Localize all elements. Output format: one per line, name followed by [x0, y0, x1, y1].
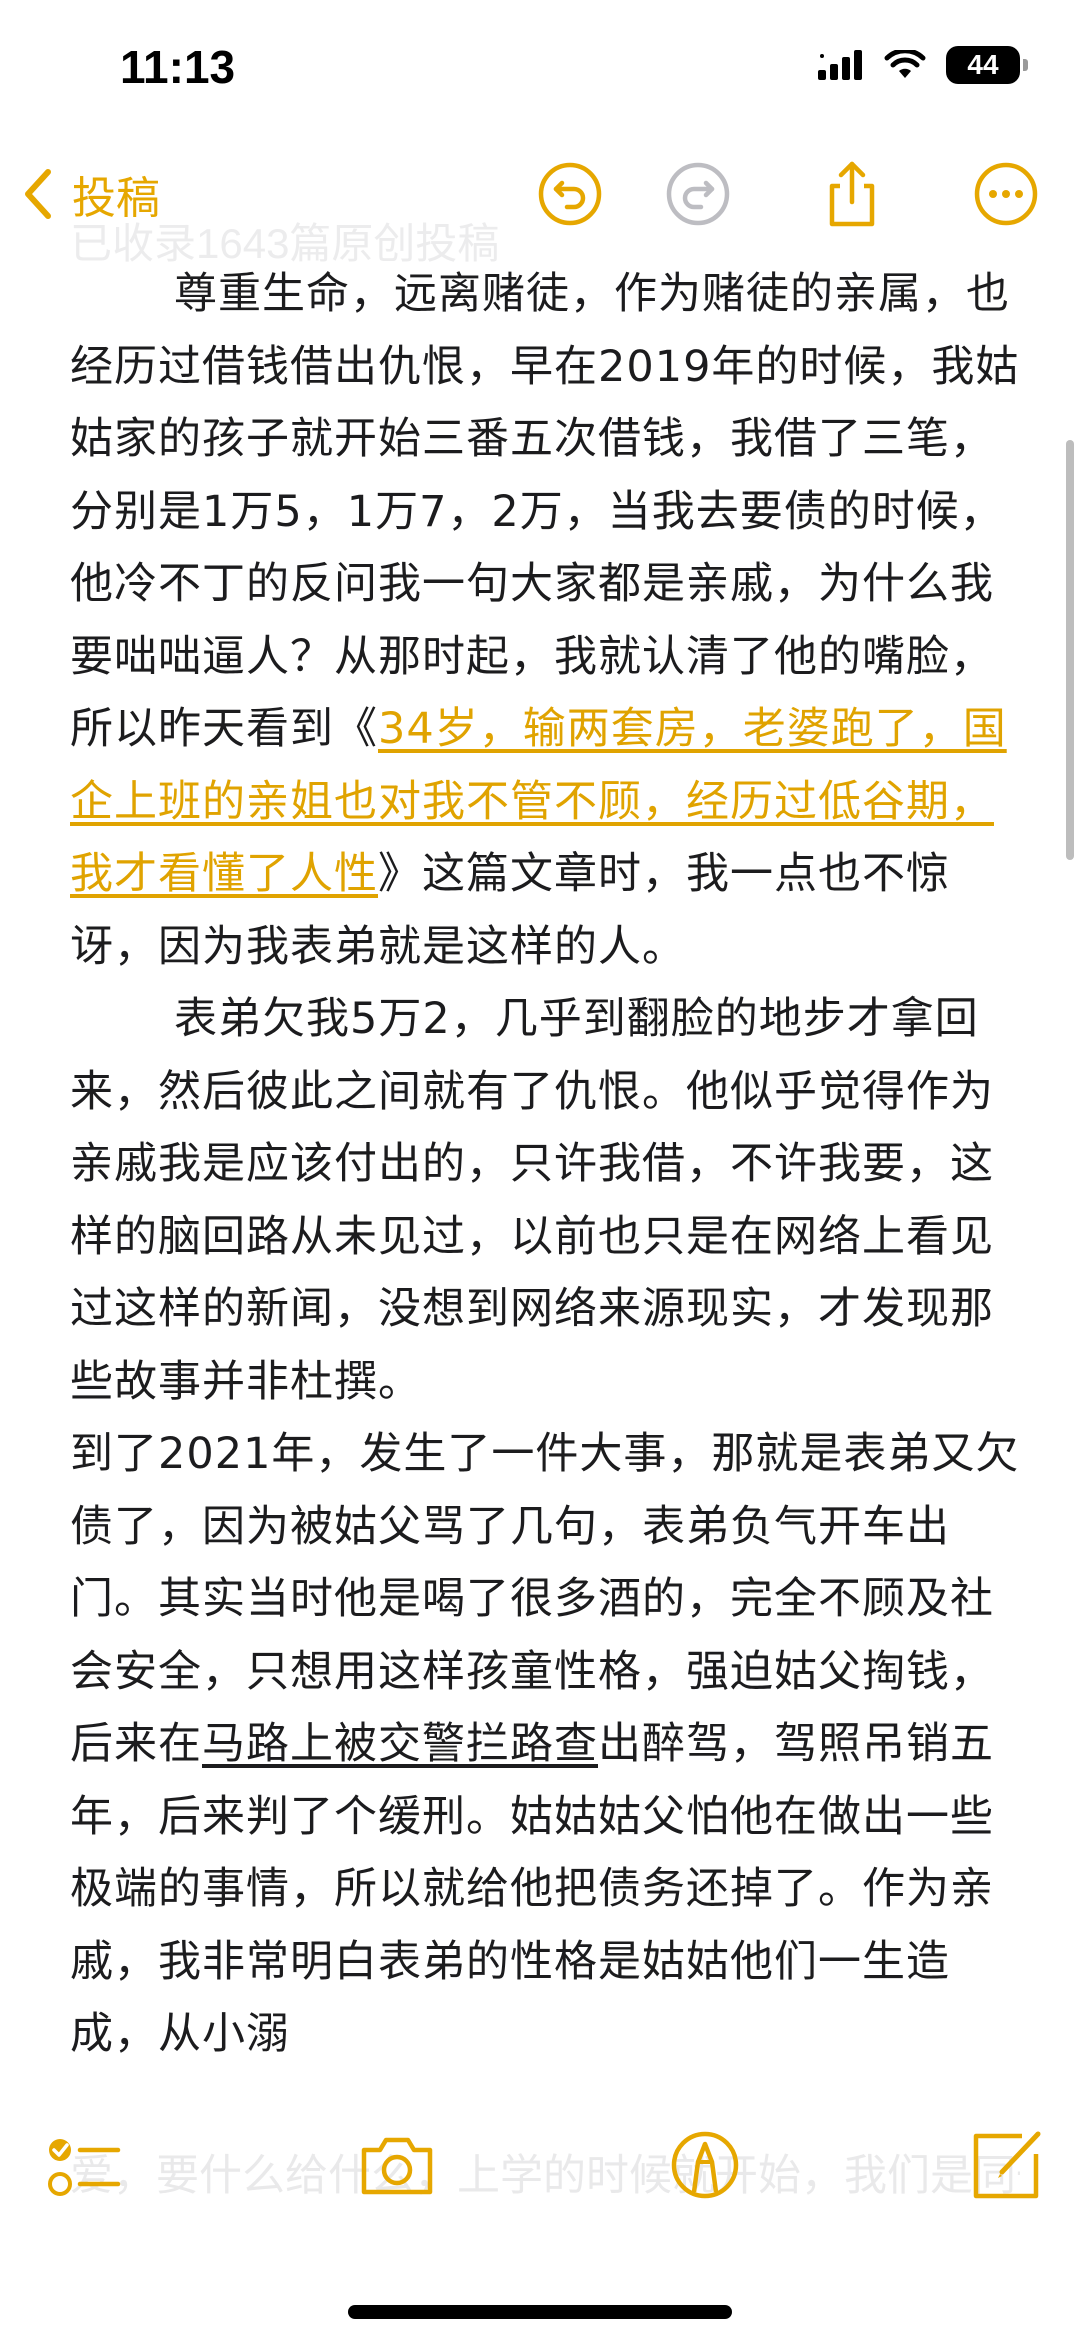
paragraph-3: 到了2021年，发生了一件大事，那就是表弟又欠债了，因为被姑父骂了几句，表弟负气…	[70, 1418, 1020, 2071]
scrollbar[interactable]	[1066, 440, 1074, 860]
battery-icon: 44	[946, 46, 1028, 84]
more-options-icon[interactable]	[970, 158, 1042, 230]
status-icons: 44	[818, 46, 1028, 84]
redo-icon[interactable]	[662, 158, 734, 230]
cellular-signal-icon	[818, 50, 862, 80]
undo-icon[interactable]	[534, 158, 606, 230]
status-time: 11:13	[120, 41, 236, 93]
paragraph-2: 表弟欠我5万2，几乎到翻脸的地步才拿回来，然后彼此之间就有了仇恨。他似乎觉得作为…	[70, 994, 994, 1407]
bottom-toolbar	[0, 2120, 1080, 2240]
back-label: 投稿	[72, 174, 160, 223]
checklist-icon[interactable]	[40, 2120, 130, 2210]
status-bar: 11:13 44	[0, 0, 1080, 140]
wifi-icon	[884, 50, 926, 78]
chevron-left-icon	[25, 169, 51, 219]
paragraph-3-text: 到了2021年，发生了一件大事，那就是表弟又欠债了，因为被姑父骂了几句，表弟负气…	[70, 1429, 1020, 1769]
markup-pen-icon[interactable]	[660, 2120, 750, 2210]
compose-icon[interactable]	[962, 2120, 1052, 2210]
share-icon[interactable]	[816, 158, 888, 230]
paragraph-1-text: 尊重生命，远离赌徒，作为赌徒的亲属，也经历过借钱借出仇恨，早在2019年的时候，…	[70, 269, 1020, 754]
back-button[interactable]: 投稿	[20, 162, 160, 226]
note-body[interactable]: 尊重生命，远离赌徒，作为赌徒的亲属，也经历过借钱借出仇恨，早在2019年的时候，…	[70, 258, 1020, 2118]
navigation-bar: 投稿	[0, 150, 1080, 240]
paragraph-3-tail: 出醉驾，驾照吊销五年，后来判了个缓刑。姑姑姑父怕他在做出一些极端的事情，所以就给…	[70, 1719, 994, 2059]
paragraph-1: 尊重生命，远离赌徒，作为赌徒的亲属，也经历过借钱借出仇恨，早在2019年的时候，…	[70, 258, 1020, 983]
underlined-text: 马路上被交警拦路查	[202, 1719, 598, 1769]
home-indicator[interactable]	[348, 2305, 732, 2319]
camera-icon[interactable]	[352, 2120, 442, 2210]
